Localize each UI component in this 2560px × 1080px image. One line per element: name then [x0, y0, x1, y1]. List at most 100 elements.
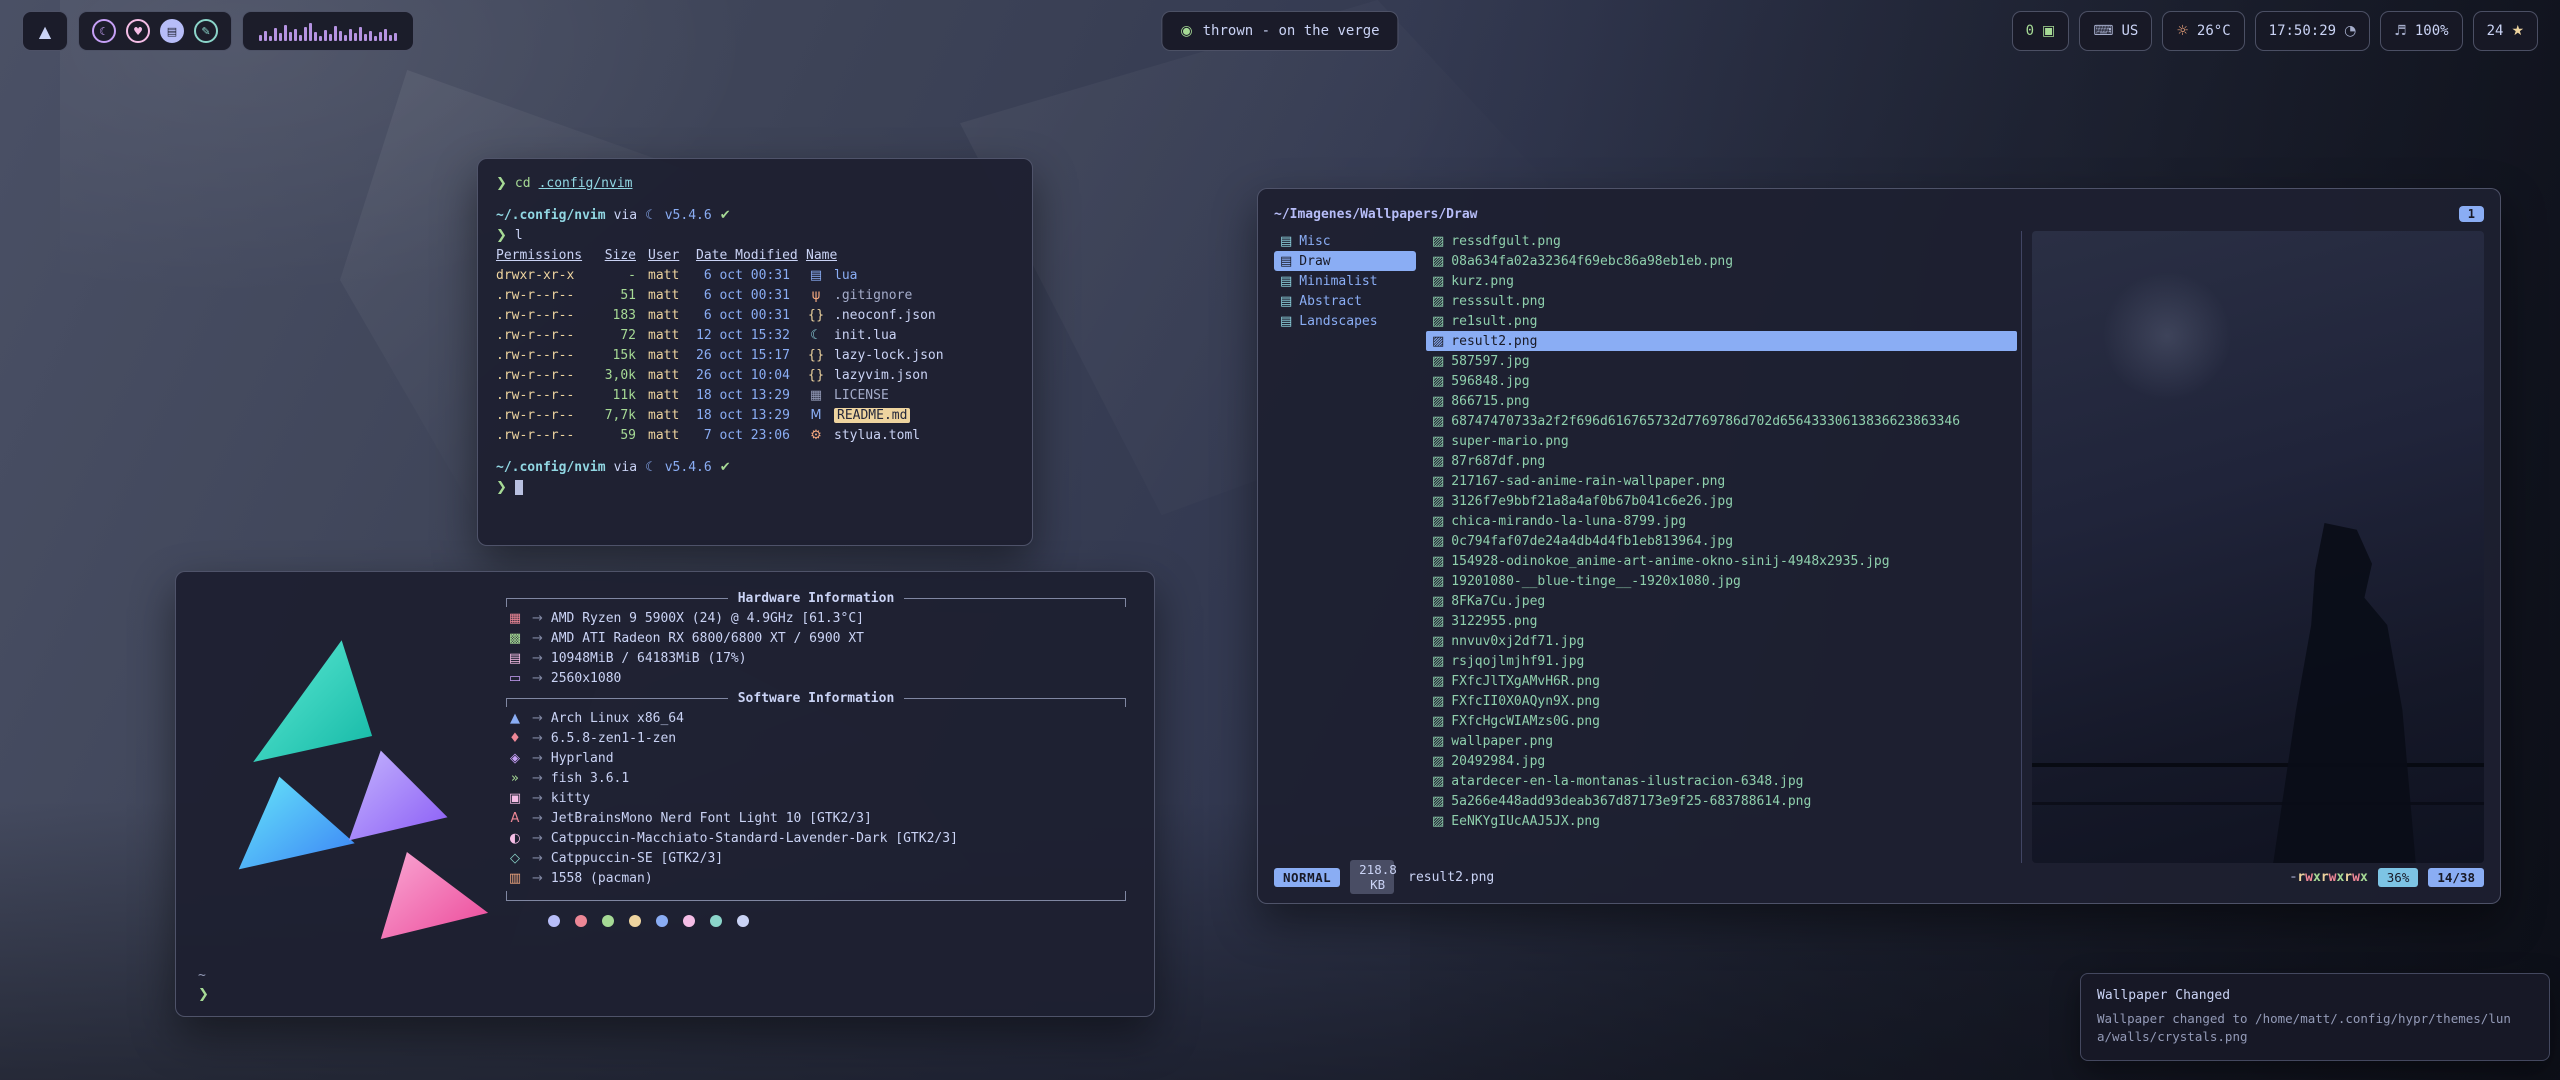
fastfetch-window[interactable]: Hardware Information ▦ → AMD Ryzen 9 590…: [175, 571, 1155, 1017]
file-row[interactable]: ▨ atardecer-en-la-montanas-ilustracion-6…: [1426, 771, 2017, 791]
image-preview: [2032, 231, 2484, 863]
file-row[interactable]: ▨ 217167-sad-anime-rain-wallpaper.png: [1426, 471, 2017, 491]
image-file-icon: ▨: [1432, 454, 1444, 469]
file-row[interactable]: ▨ FXfcHgcWIAMzs0G.png: [1426, 711, 2017, 731]
file-manager-window[interactable]: ~/Imagenes/Wallpapers/Draw 1 ▤ Misc ▤ Dr…: [1257, 188, 2501, 904]
permission-char: x: [2360, 870, 2368, 885]
info-icon: ▤: [506, 651, 524, 666]
workspace-button[interactable]: ▤: [160, 19, 184, 43]
file-name: lazy-lock.json: [834, 348, 944, 363]
workspace-icon: ♥: [133, 25, 143, 38]
file-row[interactable]: ▨ 3126f7e9bbf21a8a4af0b67b041c6e26.jpg: [1426, 491, 2017, 511]
workspace-button[interactable]: ☾: [92, 19, 116, 43]
status-module[interactable]: ☼ 26°C: [2162, 11, 2244, 51]
check-icon: ✔: [720, 460, 731, 475]
file-owner: matt: [648, 368, 688, 383]
info-line: ◐ → Catppuccin-Macchiato-Standard-Lavend…: [506, 828, 1126, 848]
listing-header: Name: [806, 248, 837, 263]
sidebar-folder[interactable]: ▤ Abstract: [1274, 291, 1416, 311]
listing-header: User: [648, 248, 688, 263]
arrow-icon: →: [532, 731, 543, 746]
module-right-icon: ★: [2511, 23, 2524, 39]
folder-icon: ▤: [1280, 254, 1292, 269]
file-row[interactable]: ▨ nnvuv0xj2df71.jpg: [1426, 631, 2017, 651]
file-date: 26 oct 10:04: [696, 368, 798, 383]
status-module[interactable]: 24 ★: [2473, 11, 2538, 51]
file-name: resssult.png: [1451, 294, 1545, 309]
sidebar-folder[interactable]: ▤ Landscapes: [1274, 311, 1416, 331]
file-name: kurz.png: [1451, 274, 1514, 289]
file-row[interactable]: ▨ 587597.jpg: [1426, 351, 2017, 371]
sidebar-folder[interactable]: ▤ Minimalist: [1274, 271, 1416, 291]
file-row[interactable]: ▨ 20492984.jpg: [1426, 751, 2017, 771]
workspace-button[interactable]: ✎: [194, 19, 218, 43]
file-row[interactable]: ▨ re1sult.png: [1426, 311, 2017, 331]
file-name: nnvuv0xj2df71.jpg: [1451, 634, 1584, 649]
module-right-icon: ▣: [2042, 23, 2055, 39]
file-row[interactable]: ▨ 154928-odinokoe_anime-art-anime-okno-s…: [1426, 551, 2017, 571]
folder-name: Minimalist: [1299, 274, 1377, 289]
file-name: ressdfgult.png: [1451, 234, 1561, 249]
file-owner: matt: [648, 408, 688, 423]
file-row[interactable]: ▨ 596848.jpg: [1426, 371, 2017, 391]
image-file-icon: ▨: [1432, 614, 1444, 629]
status-module[interactable]: ♬ 100%: [2380, 11, 2462, 51]
file-list: ▨ ressdfgult.png ▨ 08a634fa02a32364f69eb…: [1416, 231, 2017, 863]
file-row[interactable]: ▨ chica-mirando-la-luna-8799.jpg: [1426, 511, 2017, 531]
check-icon: ✔: [720, 208, 731, 223]
file-row[interactable]: ▨ kurz.png: [1426, 271, 2017, 291]
info-value: kitty: [551, 791, 590, 806]
info-line: ♦ → 6.5.8-zen1-1-zen: [506, 728, 1126, 748]
file-row[interactable]: ▨ FXfcII0X0AQyn9X.png: [1426, 691, 2017, 711]
file-name: rsjqojlmjhf91.jpg: [1451, 654, 1584, 669]
file-row[interactable]: ▨ ressdfgult.png: [1426, 231, 2017, 251]
info-line: ▥ → 1558 (pacman): [506, 868, 1126, 888]
file-row[interactable]: ▨ 8FKa7Cu.jpeg: [1426, 591, 2017, 611]
workspace-button[interactable]: ♥: [126, 19, 150, 43]
launcher-button[interactable]: ▲: [22, 11, 68, 51]
sidebar-folder[interactable]: ▤ Misc: [1274, 231, 1416, 251]
file-row[interactable]: ▨ 866715.png: [1426, 391, 2017, 411]
file-row[interactable]: ▨ rsjqojlmjhf91.jpg: [1426, 651, 2017, 671]
folder-icon: ▤: [1280, 314, 1292, 329]
permission-char: r: [2321, 870, 2329, 885]
module-label: 24: [2487, 23, 2504, 39]
file-size: 15k: [592, 348, 636, 363]
listing-row: .rw-r--r-- 183 matt 6 oct 00:31 {} .neoc…: [496, 305, 1014, 325]
file-permissions: .rw-r--r--: [496, 368, 584, 383]
file-row[interactable]: ▨ 68747470733a2f2f696d616765732d7769786d…: [1426, 411, 2017, 431]
info-icon: ▦: [506, 611, 524, 626]
prompt-via: via: [614, 460, 637, 475]
file-row[interactable]: ▨ 5a266e448add93deab367d87173e9f25-68378…: [1426, 791, 2017, 811]
music-icon: ◉: [1180, 23, 1192, 39]
file-row[interactable]: ▨ 19201080-__blue-tinge__-1920x1080.jpg: [1426, 571, 2017, 591]
file-row[interactable]: ▨ FXfcJlTXgAMvH6R.png: [1426, 671, 2017, 691]
file-row[interactable]: ▨ 3122955.png: [1426, 611, 2017, 631]
file-name: 154928-odinokoe_anime-art-anime-okno-sin…: [1451, 554, 1889, 569]
image-file-icon: ▨: [1432, 374, 1444, 389]
bar-left-modules: ▲ ☾ ♥ ▤ ✎: [22, 11, 414, 51]
file-row[interactable]: ▨ super-mario.png: [1426, 431, 2017, 451]
file-row[interactable]: ▨ 08a634fa02a32364f69ebc86a98eb1eb.png: [1426, 251, 2017, 271]
prompt-chevron-icon: ❯: [198, 985, 209, 1004]
info-value: 1558 (pacman): [551, 871, 653, 886]
file-name: lazyvim.json: [834, 368, 928, 383]
status-module[interactable]: ⌨ US: [2079, 11, 2152, 51]
file-row[interactable]: ▨ 87r687df.png: [1426, 451, 2017, 471]
file-row[interactable]: ▨ 0c794faf07de24a4db4d4fb1eb813964.jpg: [1426, 531, 2017, 551]
notification-popup[interactable]: Wallpaper Changed Wallpaper changed to /…: [2080, 973, 2550, 1061]
file-row[interactable]: ▨ result2.png: [1426, 331, 2017, 351]
terminal-window[interactable]: ❯ cd .config/nvim ~/.config/nvim via ☾ v…: [477, 158, 1033, 546]
file-name: atardecer-en-la-montanas-ilustracion-634…: [1451, 774, 1803, 789]
command-argument: .config/nvim: [539, 176, 633, 191]
music-widget[interactable]: ◉ thrown - on the verge: [1161, 11, 1398, 51]
file-row[interactable]: ▨ EeNKYgIUcAAJ5JX.png: [1426, 811, 2017, 831]
folder-sidebar: ▤ Misc ▤ Draw ▤ Minimalist ▤ Abstract: [1274, 231, 1416, 863]
audio-visualizer: [242, 11, 414, 51]
status-module[interactable]: 0 ▣: [2012, 11, 2070, 51]
file-row[interactable]: ▨ wallpaper.png: [1426, 731, 2017, 751]
status-module[interactable]: 17:50:29 ◔: [2255, 11, 2371, 51]
folder-name: Abstract: [1299, 294, 1362, 309]
file-row[interactable]: ▨ resssult.png: [1426, 291, 2017, 311]
sidebar-folder[interactable]: ▤ Draw: [1274, 251, 1416, 271]
